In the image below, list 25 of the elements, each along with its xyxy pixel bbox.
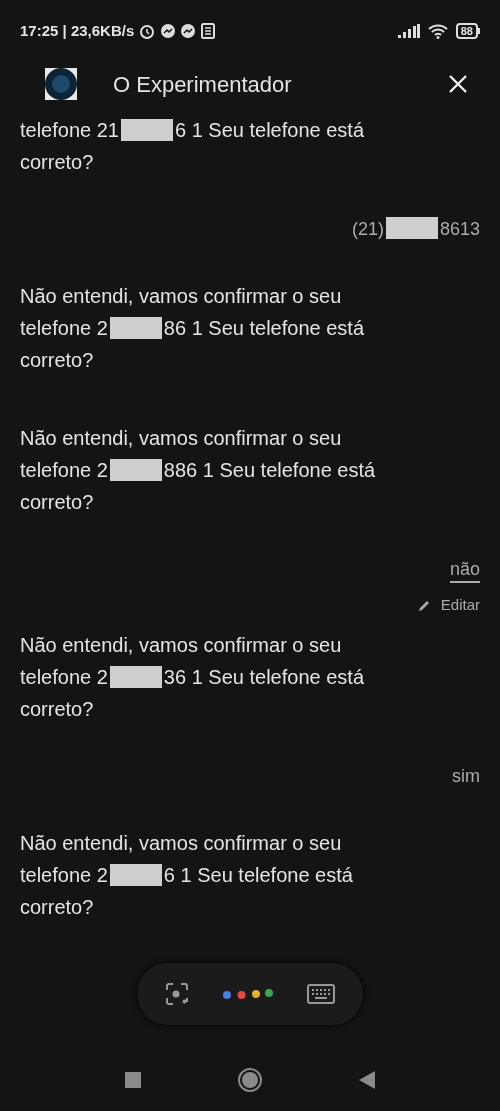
chat-icon (160, 23, 177, 39)
user-reply: sim (452, 764, 480, 788)
bot-message: telefone 21 6 1 Seu telefone está correto? (20, 118, 366, 175)
chat-icon (180, 23, 197, 39)
back-icon[interactable] (359, 1071, 375, 1089)
pencil-icon (418, 599, 431, 612)
wifi-icon (427, 23, 448, 39)
battery-indicator: 88 (455, 23, 480, 39)
bot-message: Não entendi, vamos confirmar o seu telefone 2 886 1 Seu telefone está correto? (20, 426, 377, 515)
bot-message: Não entendi, vamos confirmar o seu telefone 2 36 1 Seu telefone está correto? (20, 632, 365, 722)
signal-icon (397, 24, 420, 38)
alarm-icon (138, 22, 157, 40)
home-button[interactable] (238, 1068, 262, 1092)
bot-message: Não entendi, vamos confirmar o seu telefone 2 86 1 Seu telefone está correto? (20, 284, 365, 373)
bot-message: Não entendi, vamos confirmar o seu telefone 2 6 1 Seu telefone está correto? (20, 830, 354, 920)
user-reply: não (449, 558, 480, 581)
edit-link[interactable]: Editar (418, 594, 480, 617)
document-icon (200, 23, 217, 39)
bot-avatar (45, 68, 77, 100)
chat-title: O Experimentador (113, 70, 293, 99)
lens-icon[interactable] (165, 982, 189, 1006)
keyboard-icon[interactable] (307, 984, 335, 1004)
status-time: 17:25 | 23,6KB/s (20, 20, 135, 41)
user-reply: (21) 8613 (351, 216, 480, 241)
assistant-dots-icon[interactable] (222, 988, 274, 1000)
